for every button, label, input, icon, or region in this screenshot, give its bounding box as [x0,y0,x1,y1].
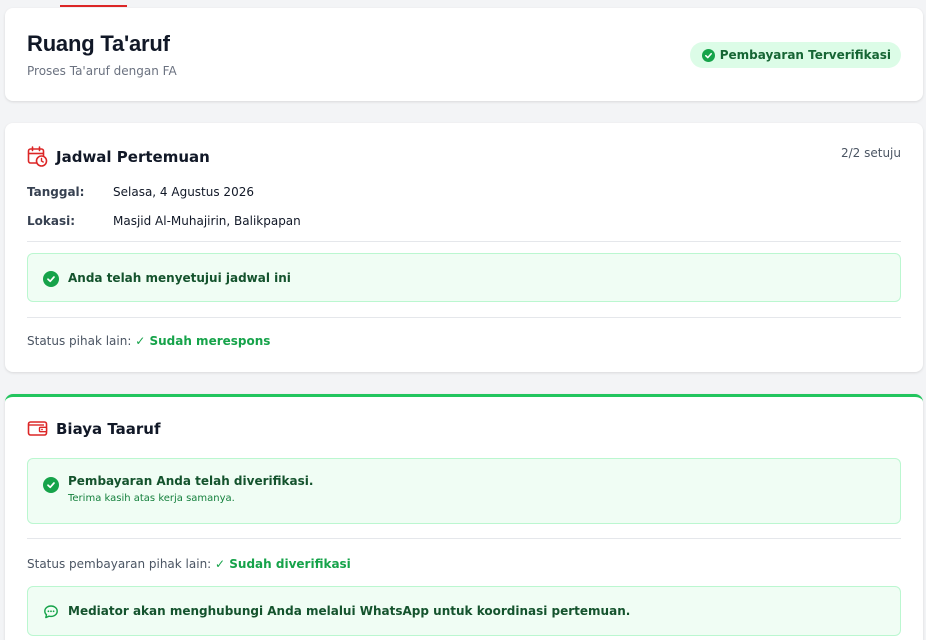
other-party-payment-label: Status pembayaran pihak lain: [27,557,212,571]
page-title: Ruang Ta'aruf [27,31,170,56]
chat-bubble-icon [43,604,59,620]
page-subtitle: Proses Ta'aruf dengan FA [27,64,177,78]
payment-verified-badge: Pembayaran Terverifikasi [689,42,901,68]
location-row: Lokasi: Masjid Al-Muhajirin, Balikpapan [27,214,301,228]
other-party-status-value: ✓ Sudah merespons [135,334,271,348]
calendar-clock-icon [27,146,48,167]
date-row: Tanggal: Selasa, 4 Agustus 2026 [27,185,254,199]
header-card: Ruang Ta'aruf Proses Ta'aruf dengan FA P… [5,8,923,101]
other-party-status: Status pihak lain: ✓ Sudah merespons [27,334,270,348]
check-circle-icon [43,477,59,493]
check-circle-icon [701,48,715,62]
location-value: Masjid Al-Muhajirin, Balikpapan [113,214,301,228]
other-party-payment-status: Status pembayaran pihak lain: ✓ Sudah di… [27,557,351,571]
mediator-message: Mediator akan menghubungi Anda melalui W… [68,604,631,618]
fee-card: Biaya Taaruf Pembayaran Anda telah diver… [5,394,923,640]
fee-section-title: Biaya Taaruf [27,419,161,438]
other-party-status-label: Status pihak lain: [27,334,132,348]
schedule-approved-alert: Anda telah menyetujui jadwal ini [27,253,901,302]
wallet-icon [27,419,48,438]
schedule-section-title: Jadwal Pertemuan [27,146,210,167]
payment-verified-alert: Pembayaran Anda telah diverifikasi. Teri… [27,458,901,524]
payment-verified-subtitle: Terima kasih atas kerja samanya. [68,493,235,504]
active-tab-indicator [60,5,127,7]
fee-title: Biaya Taaruf [56,419,161,438]
other-party-payment-value: ✓ Sudah diverifikasi [215,557,351,571]
schedule-card: Jadwal Pertemuan 2/2 setuju Tanggal: Sel… [5,123,923,372]
location-label: Lokasi: [27,214,76,228]
schedule-title: Jadwal Pertemuan [56,147,210,166]
check-circle-icon [43,270,59,287]
divider [27,538,901,539]
divider [27,241,901,242]
date-label: Tanggal: [27,185,85,199]
consent-count: 2/2 setuju [840,146,901,160]
approved-message: Anda telah menyetujui jadwal ini [68,270,291,285]
badge-label: Pembayaran Terverifikasi [719,48,891,62]
mediator-info-alert: Mediator akan menghubungi Anda melalui W… [27,586,901,636]
date-value: Selasa, 4 Agustus 2026 [113,185,254,199]
payment-verified-title: Pembayaran Anda telah diverifikasi. [68,474,314,488]
divider [27,317,901,318]
